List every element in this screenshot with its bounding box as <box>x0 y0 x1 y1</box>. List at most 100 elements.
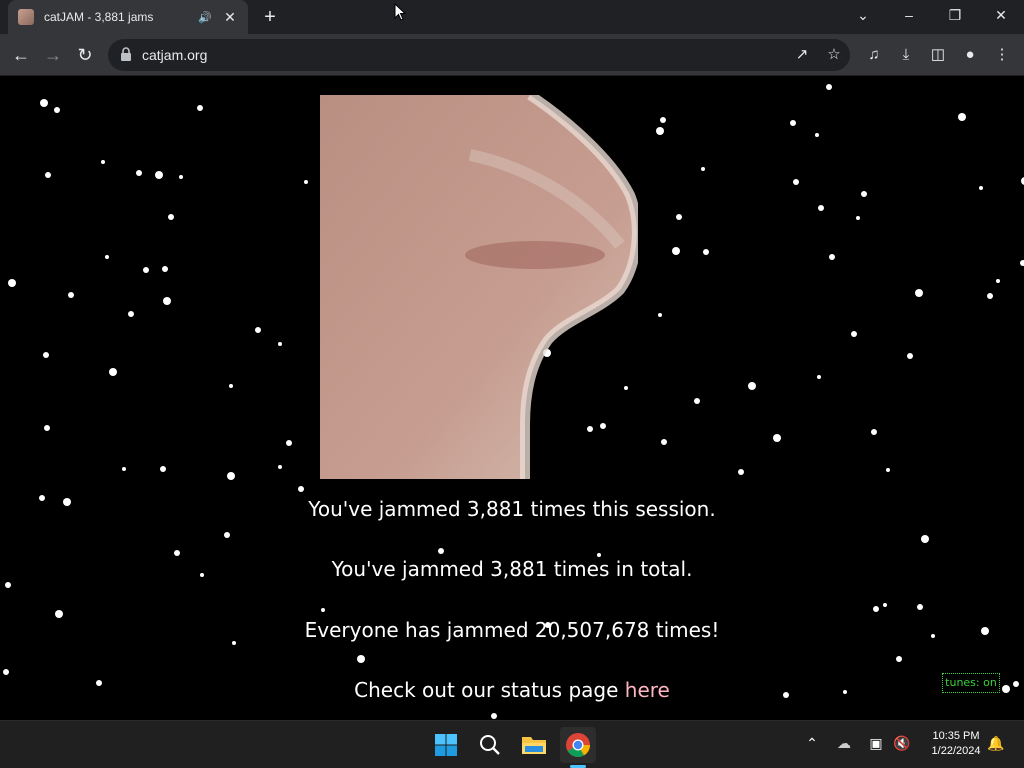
star-dot <box>987 293 993 299</box>
address-bar[interactable]: catjam.org ↗ ☆ <box>108 39 850 71</box>
star-dot <box>45 172 51 178</box>
star-dot <box>1020 260 1024 266</box>
star-dot <box>162 266 168 272</box>
star-dot <box>917 604 923 610</box>
star-dot <box>921 535 929 543</box>
star-dot <box>227 472 235 480</box>
star-dot <box>996 279 1000 283</box>
star-dot <box>856 216 860 220</box>
star-dot <box>979 186 983 190</box>
star-dot <box>197 105 203 111</box>
minimize-icon[interactable]: – <box>886 0 932 34</box>
tunes-toggle[interactable]: tunes: on <box>942 673 1000 693</box>
star-dot <box>105 255 109 259</box>
cloud-off-icon[interactable]: ☁ <box>834 735 854 752</box>
bookmark-star-icon[interactable]: ☆ <box>824 45 844 63</box>
star-dot <box>438 548 444 554</box>
volume-muted-icon[interactable]: 🔇 <box>892 735 912 752</box>
star-dot <box>357 655 365 663</box>
restore-icon[interactable]: ❐ <box>932 0 978 34</box>
star-dot <box>871 429 877 435</box>
windows-start-icon[interactable] <box>428 727 464 763</box>
star-dot <box>224 532 230 538</box>
status-page-link[interactable]: here <box>625 678 670 702</box>
forward-icon[interactable]: → <box>40 42 66 68</box>
star-dot <box>43 352 49 358</box>
star-dot <box>155 171 163 179</box>
file-explorer-icon[interactable] <box>516 727 552 763</box>
search-icon[interactable] <box>472 727 508 763</box>
media-control-icon[interactable]: ♫ <box>862 43 886 67</box>
star-dot <box>179 175 183 179</box>
page-content: You've jammed 3,881 times this session. … <box>0 77 1024 720</box>
star-dot <box>160 466 166 472</box>
star-dot <box>278 465 282 469</box>
browser-tab[interactable]: catJAM - 3,881 jams 🔊 ✕ <box>8 0 248 34</box>
everyone-jams-text: Everyone has jammed 20,507,678 times! <box>304 618 720 642</box>
status-prefix-text: Check out our status page <box>354 678 625 702</box>
star-dot <box>748 382 756 390</box>
star-dot <box>174 550 180 556</box>
star-dot <box>883 603 887 607</box>
chevron-down-icon[interactable]: ⌄ <box>840 0 886 34</box>
star-dot <box>658 313 662 317</box>
new-tab-icon[interactable]: + <box>258 5 282 29</box>
menu-icon[interactable]: ⋮ <box>990 43 1014 67</box>
tab-title: catJAM - 3,881 jams <box>44 10 154 24</box>
star-dot <box>873 606 879 612</box>
star-dot <box>109 368 117 376</box>
star-dot <box>672 247 680 255</box>
star-dot <box>886 468 890 472</box>
close-icon[interactable]: ✕ <box>222 9 238 26</box>
star-dot <box>738 469 744 475</box>
clock-time: 10:35 PM <box>932 730 980 742</box>
notification-bell-icon[interactable]: 🔔 <box>986 735 1006 752</box>
chrome-icon[interactable] <box>560 727 596 763</box>
profile-icon[interactable]: ● <box>958 43 982 67</box>
star-dot <box>661 439 667 445</box>
star-dot <box>8 279 16 287</box>
star-dot <box>101 160 105 164</box>
star-dot <box>136 170 142 176</box>
star-dot <box>815 133 819 137</box>
title-bar: catJAM - 3,881 jams 🔊 ✕ + ⌄ – ❐ ✕ <box>0 0 1024 34</box>
mouse-cursor-icon <box>394 3 406 21</box>
cat-favicon-icon <box>18 9 34 25</box>
close-window-icon[interactable]: ✕ <box>978 0 1024 34</box>
star-dot <box>851 331 857 337</box>
star-dot <box>278 342 282 346</box>
tray-chevron-icon[interactable]: ⌃ <box>802 735 822 752</box>
star-dot <box>826 84 832 90</box>
session-jams-text: You've jammed 3,881 times this session. <box>308 497 716 521</box>
windows-taskbar: ⌃ ☁ ▣ 🔇 10:35 PM 1/22/2024 🔔 <box>0 720 1024 768</box>
star-dot <box>829 254 835 260</box>
system-clock[interactable]: 10:35 PM 1/22/2024 <box>918 729 994 759</box>
star-dot <box>163 297 171 305</box>
star-dot <box>298 486 304 492</box>
lock-icon <box>121 47 131 61</box>
star-dot <box>817 375 821 379</box>
star-dot <box>321 608 325 612</box>
star-dot <box>128 311 134 317</box>
star-dot <box>304 180 308 184</box>
star-dot <box>5 582 11 588</box>
download-icon[interactable]: ⤓ <box>894 43 918 67</box>
network-icon[interactable]: ▣ <box>866 735 886 752</box>
star-dot <box>40 99 48 107</box>
cat-jam-image <box>320 95 638 479</box>
url-text[interactable]: catjam.org <box>142 47 207 63</box>
star-dot <box>701 167 705 171</box>
reload-icon[interactable]: ↻ <box>72 42 98 68</box>
share-icon[interactable]: ↗ <box>792 45 812 63</box>
star-dot <box>68 292 74 298</box>
star-dot <box>122 467 126 471</box>
star-dot <box>656 127 664 135</box>
star-dot <box>55 610 63 618</box>
back-icon[interactable]: ← <box>8 42 34 68</box>
audio-playing-icon[interactable]: 🔊 <box>198 11 212 24</box>
side-panel-icon[interactable]: ◫ <box>926 43 950 67</box>
star-dot <box>915 289 923 297</box>
star-dot <box>694 398 700 404</box>
star-dot <box>229 384 233 388</box>
star-dot <box>861 191 867 197</box>
